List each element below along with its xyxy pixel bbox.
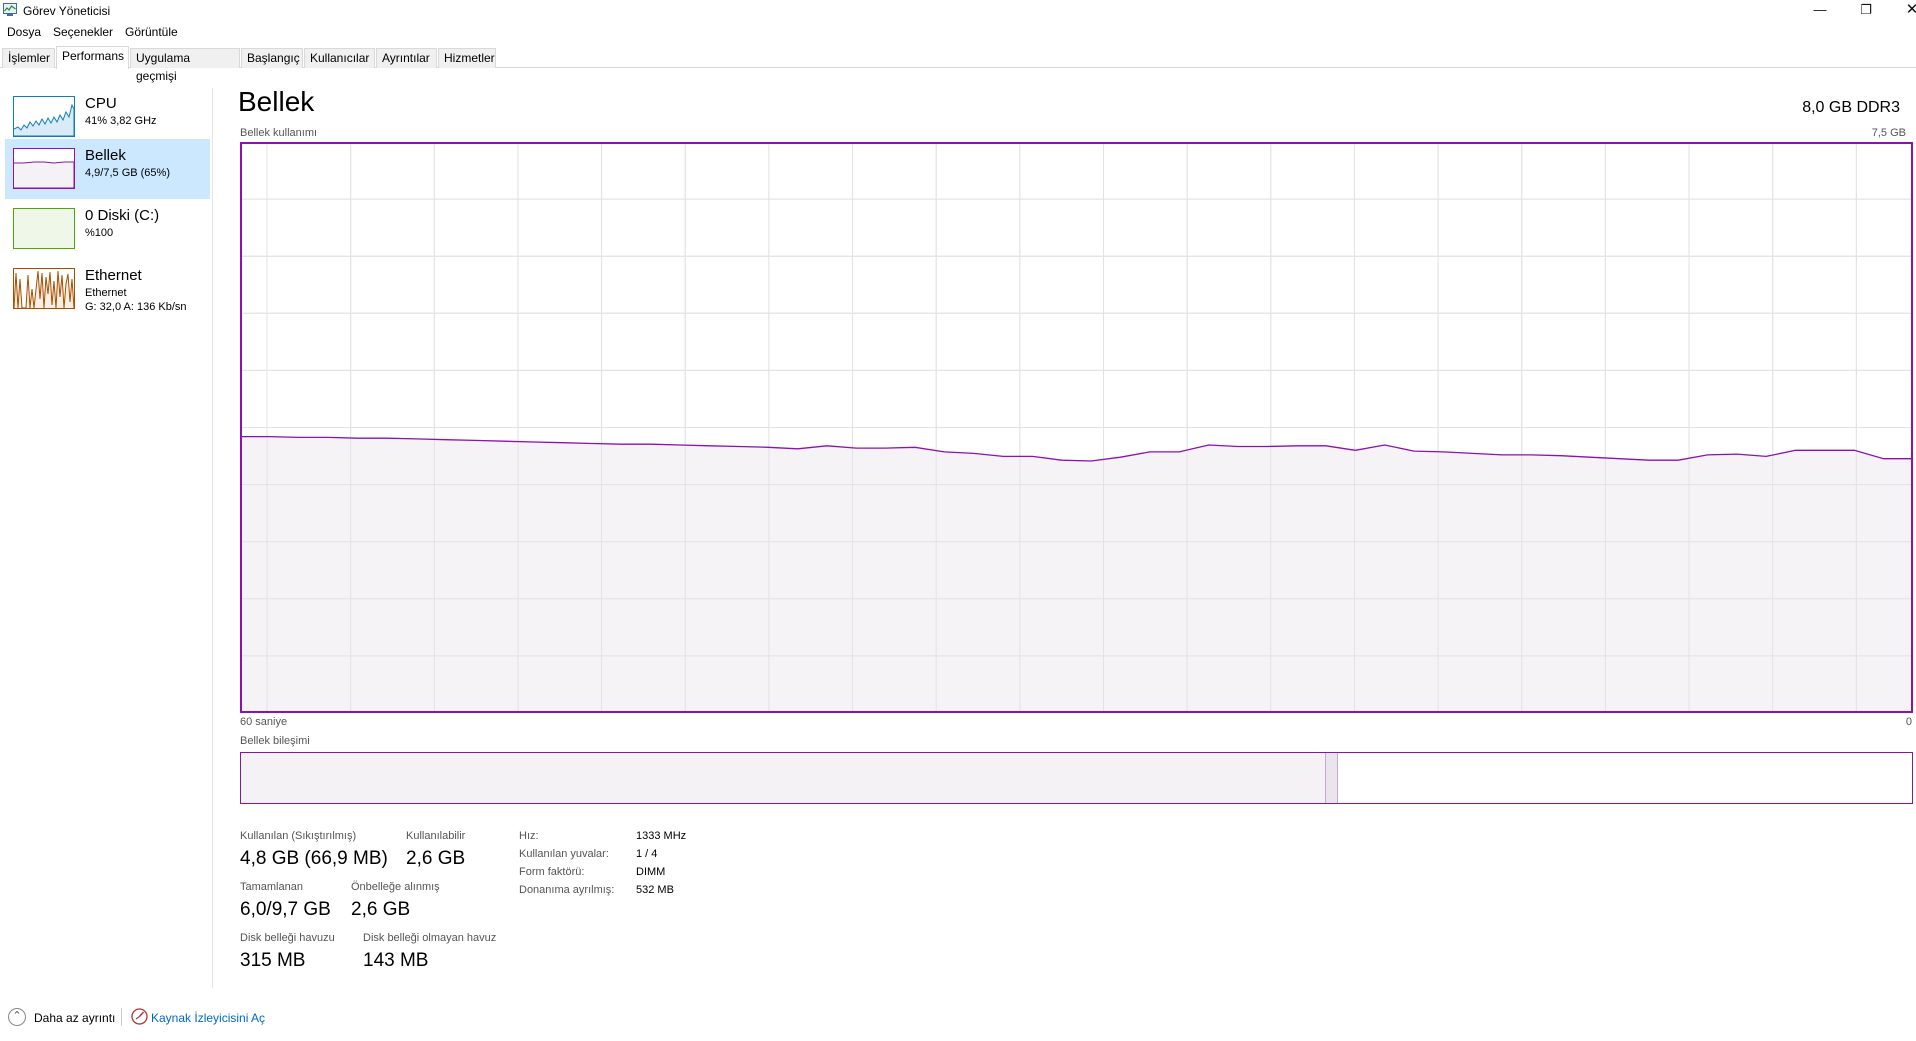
sidebar-cpu-title: CPU	[85, 95, 117, 112]
stat-committed-label: Tamamlanan	[240, 881, 303, 893]
graph-label: Bellek kullanımı	[240, 127, 318, 139]
composition-label: Bellek bileşimi	[240, 735, 310, 747]
memory-composition-bar	[240, 752, 1913, 804]
less-details-button[interactable]: Daha az ayrıntı	[34, 1011, 115, 1025]
disk-thumbnail	[13, 208, 75, 249]
sidebar-memory-sub: 4,9/7,5 GB (65%)	[85, 167, 170, 179]
minimize-button[interactable]: —	[1797, 0, 1843, 20]
tab-services[interactable]: Hizmetler	[438, 48, 496, 68]
prop-reserved-label: Donanıma ayrılmış:	[519, 884, 615, 896]
sidebar-ethernet-sub: Ethernet	[85, 287, 127, 299]
sidebar-disk-title: 0 Diski (C:)	[85, 207, 160, 224]
stat-cached-label: Önbelleğe alınmış	[351, 881, 440, 893]
stat-available-label: Kullanılabilir	[406, 830, 466, 842]
tab-strip: İşlemler Performans Uygulama geçmişi Baş…	[0, 46, 1916, 83]
composition-in-use	[241, 753, 1325, 803]
stat-committed-value: 6,0/9,7 GB	[240, 899, 331, 920]
tab-processes[interactable]: İşlemler	[2, 48, 55, 68]
prop-form-label: Form faktörü:	[519, 866, 585, 878]
sidebar-divider	[212, 88, 213, 988]
graph-axis-right: 0	[1905, 716, 1912, 728]
stat-nonpaged-label: Disk belleği olmayan havuz	[363, 932, 497, 944]
resource-monitor-icon[interactable]	[131, 1008, 148, 1025]
stat-paged-label: Disk belleği havuzu	[240, 932, 335, 944]
menu-view[interactable]: Görüntüle	[125, 25, 178, 39]
tab-startup[interactable]: Başlangıç	[241, 48, 303, 68]
stat-available-value: 2,6 GB	[406, 848, 466, 869]
title-bar: Görev Yöneticisi — ❐ ✕	[0, 0, 1916, 20]
sidebar-item-disk[interactable]: 0 Diski (C:) %100	[5, 199, 210, 259]
stat-paged-value: 315 MB	[240, 950, 306, 971]
page-title: Bellek	[238, 86, 315, 117]
memory-usage-graph	[240, 142, 1913, 713]
tab-app-history[interactable]: Uygulama geçmişi	[130, 48, 240, 83]
sidebar-item-ethernet[interactable]: Ethernet Ethernet G: 32,0 A: 136 Kb/sn	[5, 259, 210, 319]
memory-usage-area	[240, 436, 1913, 713]
open-resource-monitor-link[interactable]: Kaynak İzleyicisini Aç	[151, 1011, 265, 1025]
sidebar-cpu-sub: 41% 3,82 GHz	[85, 115, 157, 127]
menu-file[interactable]: Dosya	[7, 25, 41, 39]
cpu-thumbnail	[13, 96, 75, 137]
tab-performance[interactable]: Performans	[56, 46, 129, 69]
stat-nonpaged-value: 143 MB	[363, 950, 429, 971]
prop-slots-value: 1 / 4	[636, 848, 658, 860]
prop-slots-label: Kullanılan yuvalar:	[519, 848, 609, 860]
graph-max-label: 7,5 GB	[1871, 127, 1906, 139]
sidebar-ethernet-title: Ethernet	[85, 267, 142, 284]
memory-spec: 8,0 GB DDR3	[1802, 99, 1900, 116]
chevron-up-icon[interactable]: ⌃	[8, 1008, 26, 1026]
task-manager-icon	[3, 3, 17, 16]
sidebar-item-cpu[interactable]: CPU 41% 3,82 GHz	[5, 87, 210, 147]
sidebar-ethernet-rate: G: 32,0 A: 136 Kb/sn	[85, 301, 187, 313]
sidebar-item-memory[interactable]: Bellek 4,9/7,5 GB (65%)	[5, 139, 210, 199]
tab-users[interactable]: Kullanıcılar	[304, 48, 375, 68]
stat-in-use-value: 4,8 GB (66,9 MB)	[240, 848, 388, 869]
menu-options[interactable]: Seçenekler	[53, 25, 113, 39]
tab-details[interactable]: Ayrıntılar	[376, 48, 437, 68]
prop-speed-value: 1333 MHz	[636, 830, 687, 842]
graph-axis-left: 60 saniye	[240, 716, 288, 728]
maximize-button[interactable]: ❐	[1843, 0, 1889, 20]
close-button[interactable]: ✕	[1889, 0, 1916, 20]
sidebar-disk-sub: %100	[85, 227, 114, 239]
prop-form-value: DIMM	[636, 866, 666, 878]
ethernet-thumbnail	[13, 268, 75, 309]
stat-in-use-label: Kullanılan (Sıkıştırılmış)	[240, 830, 357, 842]
prop-reserved-value: 532 MB	[636, 884, 674, 896]
window-title: Görev Yöneticisi	[23, 4, 111, 18]
footer-separator	[121, 1008, 122, 1026]
memory-thumbnail	[13, 148, 75, 189]
stat-cached-value: 2,6 GB	[351, 899, 411, 920]
resource-sidebar: CPU 41% 3,82 GHz Bellek 4,9/7,5 GB (65%)…	[0, 80, 212, 990]
composition-modified	[1325, 753, 1338, 803]
sidebar-memory-title: Bellek	[85, 147, 126, 164]
prop-speed-label: Hız:	[519, 830, 539, 842]
